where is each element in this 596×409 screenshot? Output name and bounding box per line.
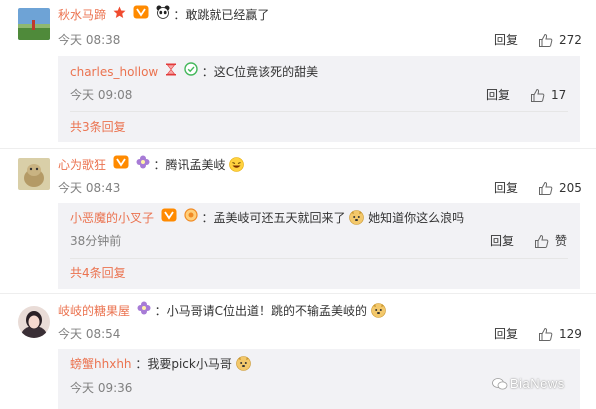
comment-time: 今天 08:54	[58, 327, 121, 341]
divider	[70, 258, 568, 259]
sub-reply-text: ：这C位竟该死的甜美	[201, 65, 319, 79]
like-button[interactable]: 205	[538, 180, 582, 196]
comment-text: ：敢跳就已经赢了	[173, 8, 270, 22]
comment-separator	[0, 148, 596, 149]
like-button[interactable]: 17	[530, 87, 566, 103]
avatar[interactable]	[18, 8, 50, 40]
like-count: 272	[559, 33, 582, 47]
thumbs-up-icon	[539, 327, 553, 341]
sub-reply-time: 38分钟前	[70, 234, 122, 248]
sub-reply-username[interactable]: charles_hollow	[70, 65, 158, 79]
sub-reply-text: ：孟美岐可还五天就回来了	[201, 211, 346, 225]
reply-button[interactable]: 回复	[494, 180, 518, 196]
member-badge-icon	[184, 62, 198, 81]
comment-item: 心为歌狂 ：腾讯孟美岐 今天 08:43 回复 205 小恶魔的小叉子 ：孟美岐…	[0, 150, 596, 292]
comment-username[interactable]: 心为歌狂	[58, 158, 106, 172]
like-button[interactable]: 129	[538, 326, 582, 342]
avatar[interactable]	[18, 158, 50, 190]
sub-reply-username[interactable]: 小恶魔的小叉子	[70, 211, 154, 225]
avatar[interactable]	[18, 306, 50, 338]
reply-button[interactable]: 回复	[494, 32, 518, 48]
thumbs-up-icon	[535, 234, 549, 248]
reply-button[interactable]: 回复	[490, 233, 514, 249]
flower-badge-icon	[137, 301, 151, 320]
flower-badge-icon	[136, 155, 150, 174]
star-badge-icon	[113, 6, 126, 24]
like-label: 赞	[555, 234, 568, 248]
vip-badge-icon	[133, 5, 149, 24]
like-button[interactable]: 272	[538, 32, 582, 48]
thumbs-up-icon	[539, 181, 553, 195]
comment-username[interactable]: 秋水马蹄	[58, 8, 106, 22]
divider	[70, 111, 568, 112]
more-replies-link[interactable]: 共4条回复	[70, 265, 126, 281]
sub-reply-time: 今天 09:36	[70, 381, 133, 395]
medal-badge-icon	[184, 208, 198, 227]
thumbs-up-icon	[539, 33, 553, 47]
sub-reply-box: charles_hollow ：这C位竟该死的甜美 今天 09:08 回复 17…	[58, 56, 580, 142]
doge-emoji-icon	[349, 210, 365, 225]
reply-button[interactable]: 回复	[486, 87, 510, 103]
vip-badge-icon	[161, 208, 177, 227]
panda-icon	[156, 5, 170, 24]
sub-reply-username[interactable]: 螃蟹hhxhh	[70, 357, 132, 371]
sub-reply-text: ：我要pick小马哥	[135, 357, 232, 371]
comment-time: 今天 08:43	[58, 181, 121, 195]
like-count: 205	[559, 181, 582, 195]
comment-item: 岐岐的糖果屋 ：小马哥请C位出道！跳的不输孟美岐的 今天 08:54 回复 12…	[0, 296, 596, 409]
wechat-icon	[492, 377, 508, 389]
vip-badge-icon	[113, 155, 129, 174]
hourglass-badge-icon	[165, 63, 177, 81]
like-count: 129	[559, 327, 582, 341]
sub-reply-box: 小恶魔的小叉子 ：孟美岐可还五天就回来了 她知道你这么浪吗 38分钟前 回复 赞…	[58, 203, 580, 289]
like-count: 17	[551, 88, 567, 102]
thumbs-up-icon	[531, 88, 545, 102]
reply-button[interactable]: 回复	[494, 326, 518, 342]
comment-text: ：小马哥请C位出道！跳的不输孟美岐的	[154, 304, 368, 318]
doge-emoji-icon	[235, 356, 251, 371]
like-button[interactable]: 赞	[534, 233, 567, 249]
comment-item: 秋水马蹄 ：敢跳就已经赢了 今天 08:38 回复 272 charles_ho…	[0, 0, 596, 145]
comment-username[interactable]: 岐岐的糖果屋	[58, 304, 130, 318]
comment-text: ：腾讯孟美岐	[153, 158, 226, 172]
watermark-text: BiaNews	[510, 376, 565, 391]
more-replies-link[interactable]: 共3条回复	[70, 119, 126, 135]
doge-emoji-icon	[371, 303, 386, 318]
laughing-emoji-icon	[229, 157, 245, 172]
watermark: BiaNews	[492, 376, 565, 391]
comment-time: 今天 08:38	[58, 33, 121, 47]
sub-reply-time: 今天 09:08	[70, 88, 133, 102]
sub-reply-text-cont: 她知道你这么浪吗	[368, 211, 465, 225]
comment-separator	[0, 293, 596, 294]
